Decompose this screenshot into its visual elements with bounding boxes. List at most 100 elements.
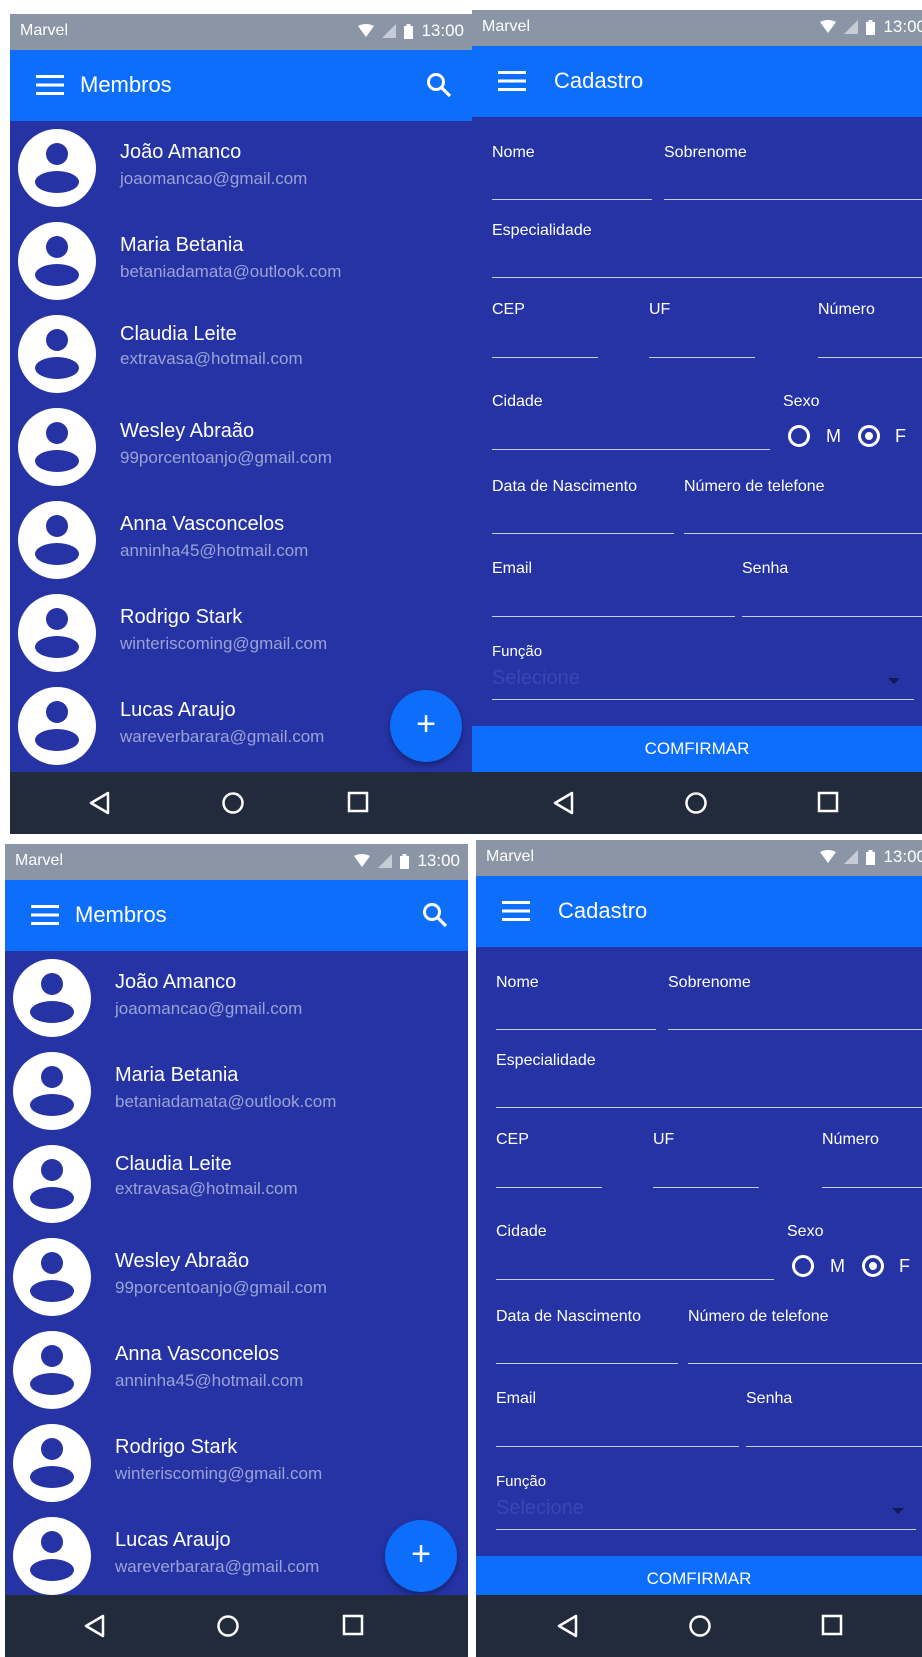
member-name: Rodrigo Stark xyxy=(115,1436,238,1458)
uf-label: UF xyxy=(653,1131,675,1148)
list-item[interactable]: Rodrigo Stark winteriscoming@gmail.com xyxy=(10,586,472,679)
page-title: Cadastro xyxy=(554,68,644,93)
menu-icon[interactable] xyxy=(498,70,526,92)
sexo-m-radio[interactable] xyxy=(792,1255,814,1277)
avatar-icon xyxy=(13,1238,91,1316)
especialidade-field[interactable] xyxy=(492,277,922,278)
list-item[interactable]: João Amanco joaomancao@gmail.com xyxy=(10,121,472,214)
app-bar: Cadastro xyxy=(476,876,922,947)
email-label: Email xyxy=(492,560,533,577)
telefone-field[interactable] xyxy=(688,1363,922,1364)
cep-field[interactable] xyxy=(496,1187,602,1188)
app-bar: Membros xyxy=(5,880,468,951)
sobrenome-field[interactable] xyxy=(664,199,922,200)
funcao-select[interactable]: Selecione xyxy=(496,1497,584,1520)
back-icon[interactable] xyxy=(552,791,574,815)
sexo-f-radio[interactable] xyxy=(858,425,880,447)
nome-field[interactable] xyxy=(492,199,652,200)
cidade-field[interactable] xyxy=(496,1279,774,1280)
recents-icon[interactable] xyxy=(342,1614,364,1636)
avatar-icon xyxy=(18,315,96,393)
add-member-button[interactable]: + xyxy=(390,690,462,762)
list-item[interactable]: João Amanco joaomancao@gmail.com xyxy=(5,951,468,1044)
battery-icon xyxy=(404,23,414,39)
home-icon[interactable] xyxy=(221,791,245,815)
nascimento-label: Data de Nascimento xyxy=(496,1308,641,1325)
sexo-f-radio[interactable] xyxy=(862,1255,884,1277)
battery-icon xyxy=(400,853,410,869)
menu-icon[interactable] xyxy=(31,904,59,926)
menu-icon[interactable] xyxy=(502,900,530,922)
recents-icon[interactable] xyxy=(817,791,839,813)
list-item[interactable]: Maria Betania betaniadamata@outlook.com xyxy=(10,214,472,307)
list-item[interactable]: Maria Betania betaniadamata@outlook.com xyxy=(5,1044,468,1137)
cidade-label: Cidade xyxy=(496,1223,547,1240)
list-item[interactable]: Claudia Leite extravasa@hotmail.com xyxy=(10,307,472,400)
add-member-button[interactable]: + xyxy=(385,1520,457,1592)
dropdown-caret-icon[interactable] xyxy=(888,678,900,684)
back-icon[interactable] xyxy=(556,1614,578,1638)
clock: 13:00 xyxy=(417,851,460,870)
member-email: anninha45@hotmail.com xyxy=(115,1371,304,1390)
menu-icon[interactable] xyxy=(36,74,64,96)
nascimento-field[interactable] xyxy=(492,533,674,534)
cidade-label: Cidade xyxy=(492,393,543,410)
home-icon[interactable] xyxy=(684,791,708,815)
search-icon[interactable] xyxy=(422,902,448,928)
especialidade-field[interactable] xyxy=(496,1107,922,1108)
list-item[interactable]: Claudia Leite extravasa@hotmail.com xyxy=(5,1137,468,1230)
app-bar: Membros xyxy=(10,50,472,121)
telefone-field[interactable] xyxy=(684,533,922,534)
email-field[interactable] xyxy=(496,1446,739,1447)
uf-field[interactable] xyxy=(653,1187,759,1188)
search-icon[interactable] xyxy=(426,72,452,98)
cidade-field[interactable] xyxy=(492,449,770,450)
confirm-button[interactable]: COMFIRMAR xyxy=(472,726,922,772)
funcao-underline xyxy=(492,699,914,700)
page-title: Membros xyxy=(80,72,172,97)
back-icon[interactable] xyxy=(88,791,110,815)
battery-icon xyxy=(866,19,876,35)
list-item[interactable]: Wesley Abraão 99porcentoanjo@gmail.com xyxy=(5,1230,468,1323)
sexo-f-label: F xyxy=(899,1256,910,1276)
recents-icon[interactable] xyxy=(821,1614,843,1636)
member-name: João Amanco xyxy=(115,971,237,993)
senha-field[interactable] xyxy=(742,616,922,617)
cep-field[interactable] xyxy=(492,357,598,358)
list-item[interactable]: Wesley Abraão 99porcentoanjo@gmail.com xyxy=(10,400,472,493)
funcao-select[interactable]: Selecione xyxy=(492,667,580,690)
member-name: Wesley Abraão xyxy=(120,420,255,442)
funcao-underline xyxy=(496,1529,916,1530)
list-item[interactable]: Rodrigo Stark winteriscoming@gmail.com xyxy=(5,1416,468,1509)
carrier-label: Marvel xyxy=(486,848,535,865)
nome-field[interactable] xyxy=(496,1029,656,1030)
member-name: Claudia Leite xyxy=(120,323,237,345)
numero-field[interactable] xyxy=(818,357,922,358)
nascimento-field[interactable] xyxy=(496,1363,678,1364)
senha-field[interactable] xyxy=(746,1446,922,1447)
home-icon[interactable] xyxy=(216,1614,240,1638)
signal-icon xyxy=(382,24,397,38)
status-bar: Marvel 13:00 xyxy=(472,10,922,46)
carrier-label: Marvel xyxy=(15,852,64,869)
home-icon[interactable] xyxy=(688,1614,712,1638)
back-icon[interactable] xyxy=(83,1614,105,1638)
navigation-bar xyxy=(5,1595,468,1657)
numero-field[interactable] xyxy=(822,1187,922,1188)
avatar-icon xyxy=(13,1145,91,1223)
email-field[interactable] xyxy=(492,616,735,617)
cep-label: CEP xyxy=(492,301,525,318)
avatar-icon xyxy=(13,1331,91,1409)
dropdown-caret-icon[interactable] xyxy=(892,1508,904,1514)
uf-field[interactable] xyxy=(649,357,755,358)
clock: 13:00 xyxy=(421,21,464,40)
especialidade-label: Especialidade xyxy=(492,222,592,239)
register-screen-bottom: Marvel 13:00 Cadastro Nome Sobrenome Esp… xyxy=(476,840,922,1657)
list-item[interactable]: Anna Vasconcelos anninha45@hotmail.com xyxy=(5,1323,468,1416)
sobrenome-field[interactable] xyxy=(668,1029,922,1030)
clock: 13:00 xyxy=(883,847,922,866)
list-item[interactable]: Anna Vasconcelos anninha45@hotmail.com xyxy=(10,493,472,586)
member-email: anninha45@hotmail.com xyxy=(120,541,309,560)
sexo-m-radio[interactable] xyxy=(788,425,810,447)
recents-icon[interactable] xyxy=(347,791,369,813)
